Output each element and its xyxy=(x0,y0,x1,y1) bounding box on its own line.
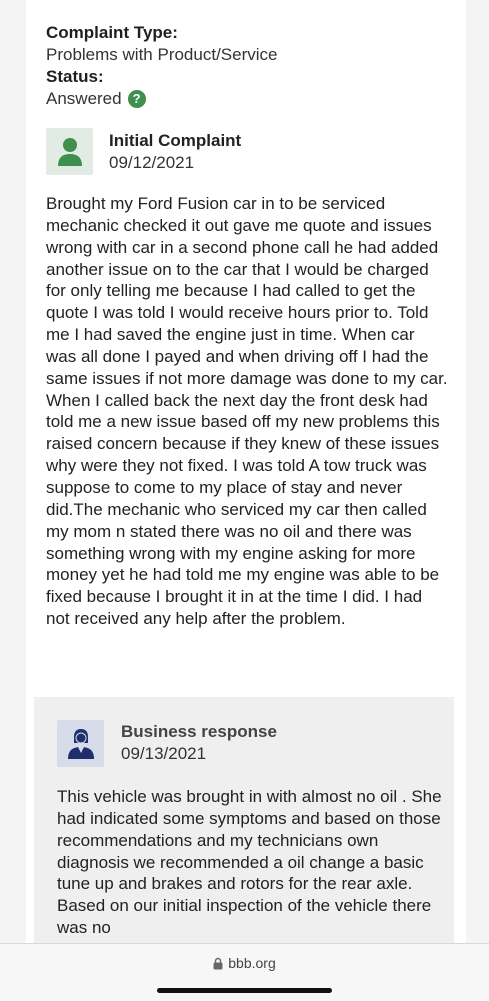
browser-bottom-bar: bbb.org xyxy=(0,943,489,1001)
complaint-meta: Complaint Type: Problems with Product/Se… xyxy=(46,22,466,110)
status-value: Answered xyxy=(46,89,122,108)
person-icon xyxy=(57,137,82,166)
complaint-title: Initial Complaint xyxy=(109,131,242,150)
response-header: Business response 09/13/2021 xyxy=(57,720,277,767)
complaint-header: Initial Complaint 09/12/2021 xyxy=(46,128,241,175)
home-indicator[interactable] xyxy=(157,988,332,993)
response-avatar xyxy=(57,720,104,767)
status-label: Status: xyxy=(46,67,104,86)
url-text: bbb.org xyxy=(228,955,276,971)
response-title: Business response xyxy=(121,722,277,741)
lock-icon xyxy=(213,957,223,969)
address-bar[interactable]: bbb.org xyxy=(0,955,489,971)
complaint-avatar xyxy=(46,128,93,175)
business-response: Business response 09/13/2021 This vehicl… xyxy=(34,697,454,957)
complaint-text: Brought my Ford Fusion car in to be serv… xyxy=(46,194,448,629)
question-circle-icon[interactable]: ? xyxy=(127,90,146,108)
complaint-type-label: Complaint Type: xyxy=(46,23,178,42)
business-person-icon xyxy=(67,728,94,759)
response-text: This vehicle was brought in with almost … xyxy=(57,787,442,938)
status-row: Answered ? xyxy=(46,88,466,110)
complaint-date: 09/12/2021 xyxy=(109,153,195,172)
response-date: 09/13/2021 xyxy=(121,744,207,763)
complaint-type-value: Problems with Product/Service xyxy=(46,45,278,64)
